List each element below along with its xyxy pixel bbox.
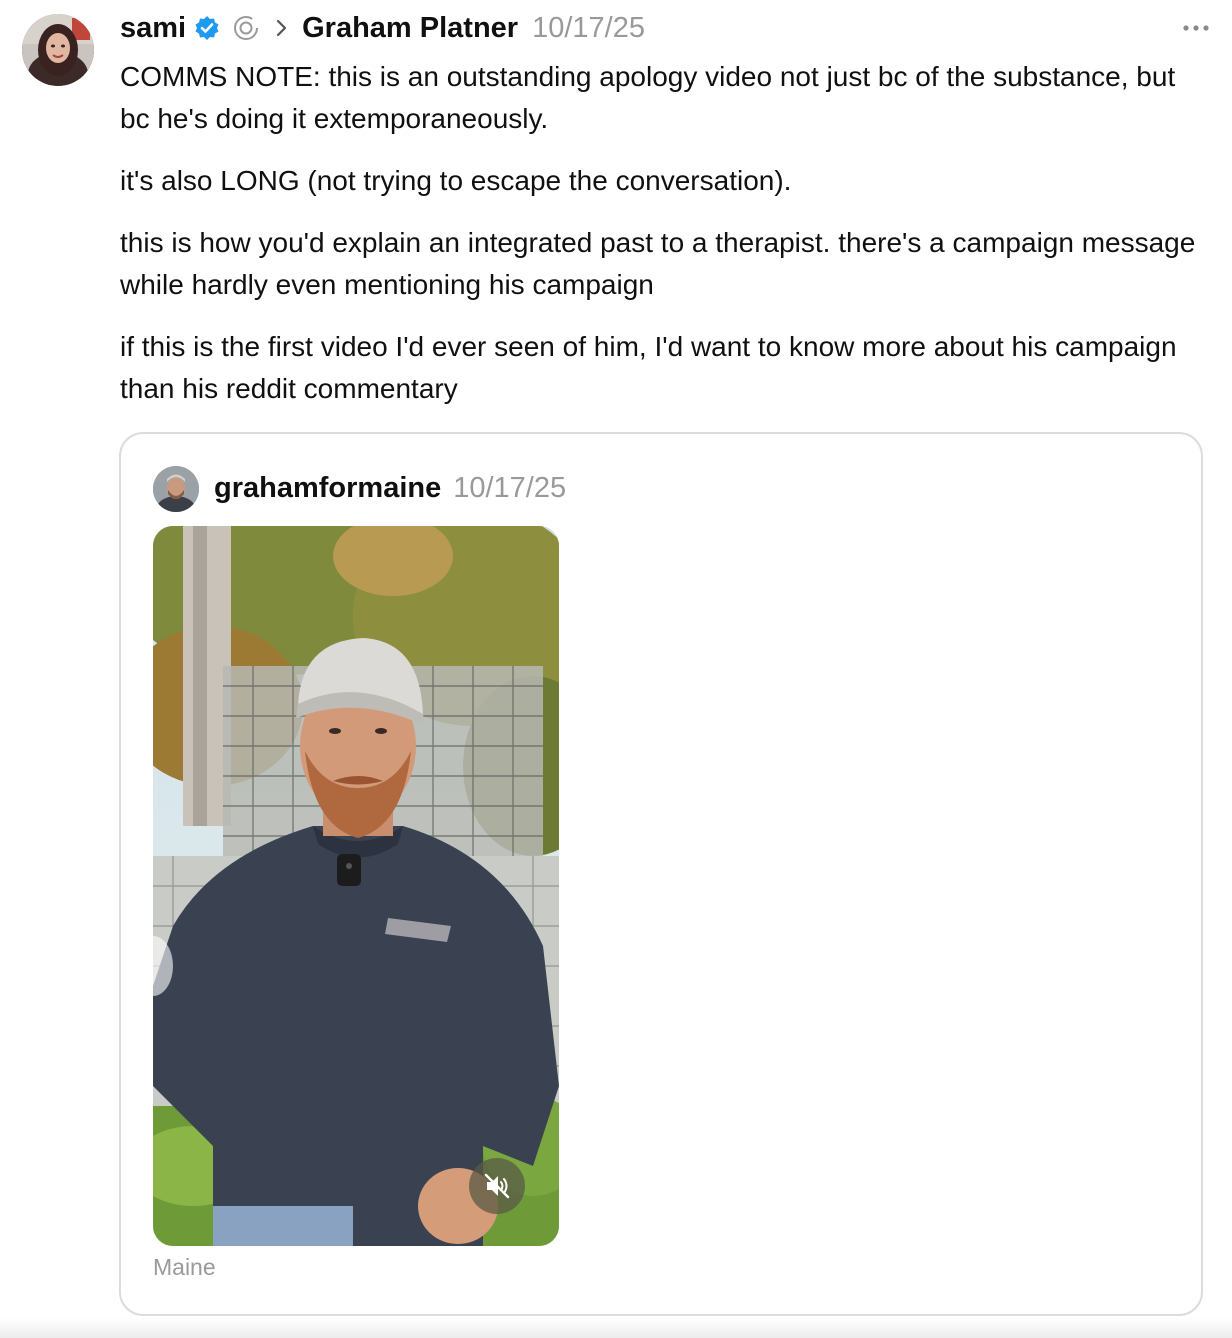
more-dots-icon[interactable] — [1180, 16, 1212, 40]
video-player[interactable] — [153, 526, 559, 1246]
post-header: sami Graham Platner 10/17/25 — [120, 8, 645, 48]
quoted-post-location[interactable]: Maine — [153, 1254, 216, 1281]
thread-ring-icon[interactable] — [232, 14, 260, 42]
quoted-author-name[interactable]: grahamformaine — [214, 472, 441, 505]
post-paragraph: this is how you'd explain an integrated … — [120, 227, 1196, 300]
post-paragraph: if this is the first video I'd ever seen… — [120, 331, 1177, 404]
chevron-right-icon — [274, 18, 290, 38]
author-name[interactable]: sami — [120, 12, 186, 45]
quoted-post-card[interactable]: grahamformaine 10/17/25 Maine — [119, 432, 1203, 1316]
author-avatar[interactable] — [22, 14, 94, 86]
post-date[interactable]: 10/17/25 — [532, 12, 645, 45]
quoted-author-avatar[interactable] — [153, 466, 199, 512]
mute-toggle-button[interactable] — [469, 1158, 525, 1214]
bottom-edge-shadow — [0, 1318, 1232, 1338]
post-body: COMMS NOTE: this is an outstanding apolo… — [120, 56, 1200, 430]
post-paragraph: COMMS NOTE: this is an outstanding apolo… — [120, 61, 1176, 134]
verified-badge-icon — [194, 15, 220, 41]
post: sami Graham Platner 10/17/25 COMMS NOTE:… — [0, 0, 1232, 1338]
post-paragraph: it's also LONG (not trying to escape the… — [120, 165, 792, 196]
speaker-muted-icon — [484, 1173, 510, 1199]
quoted-post-date[interactable]: 10/17/25 — [453, 472, 566, 505]
reply-to-name[interactable]: Graham Platner — [302, 12, 518, 45]
quoted-post-header: grahamformaine 10/17/25 — [214, 468, 566, 508]
